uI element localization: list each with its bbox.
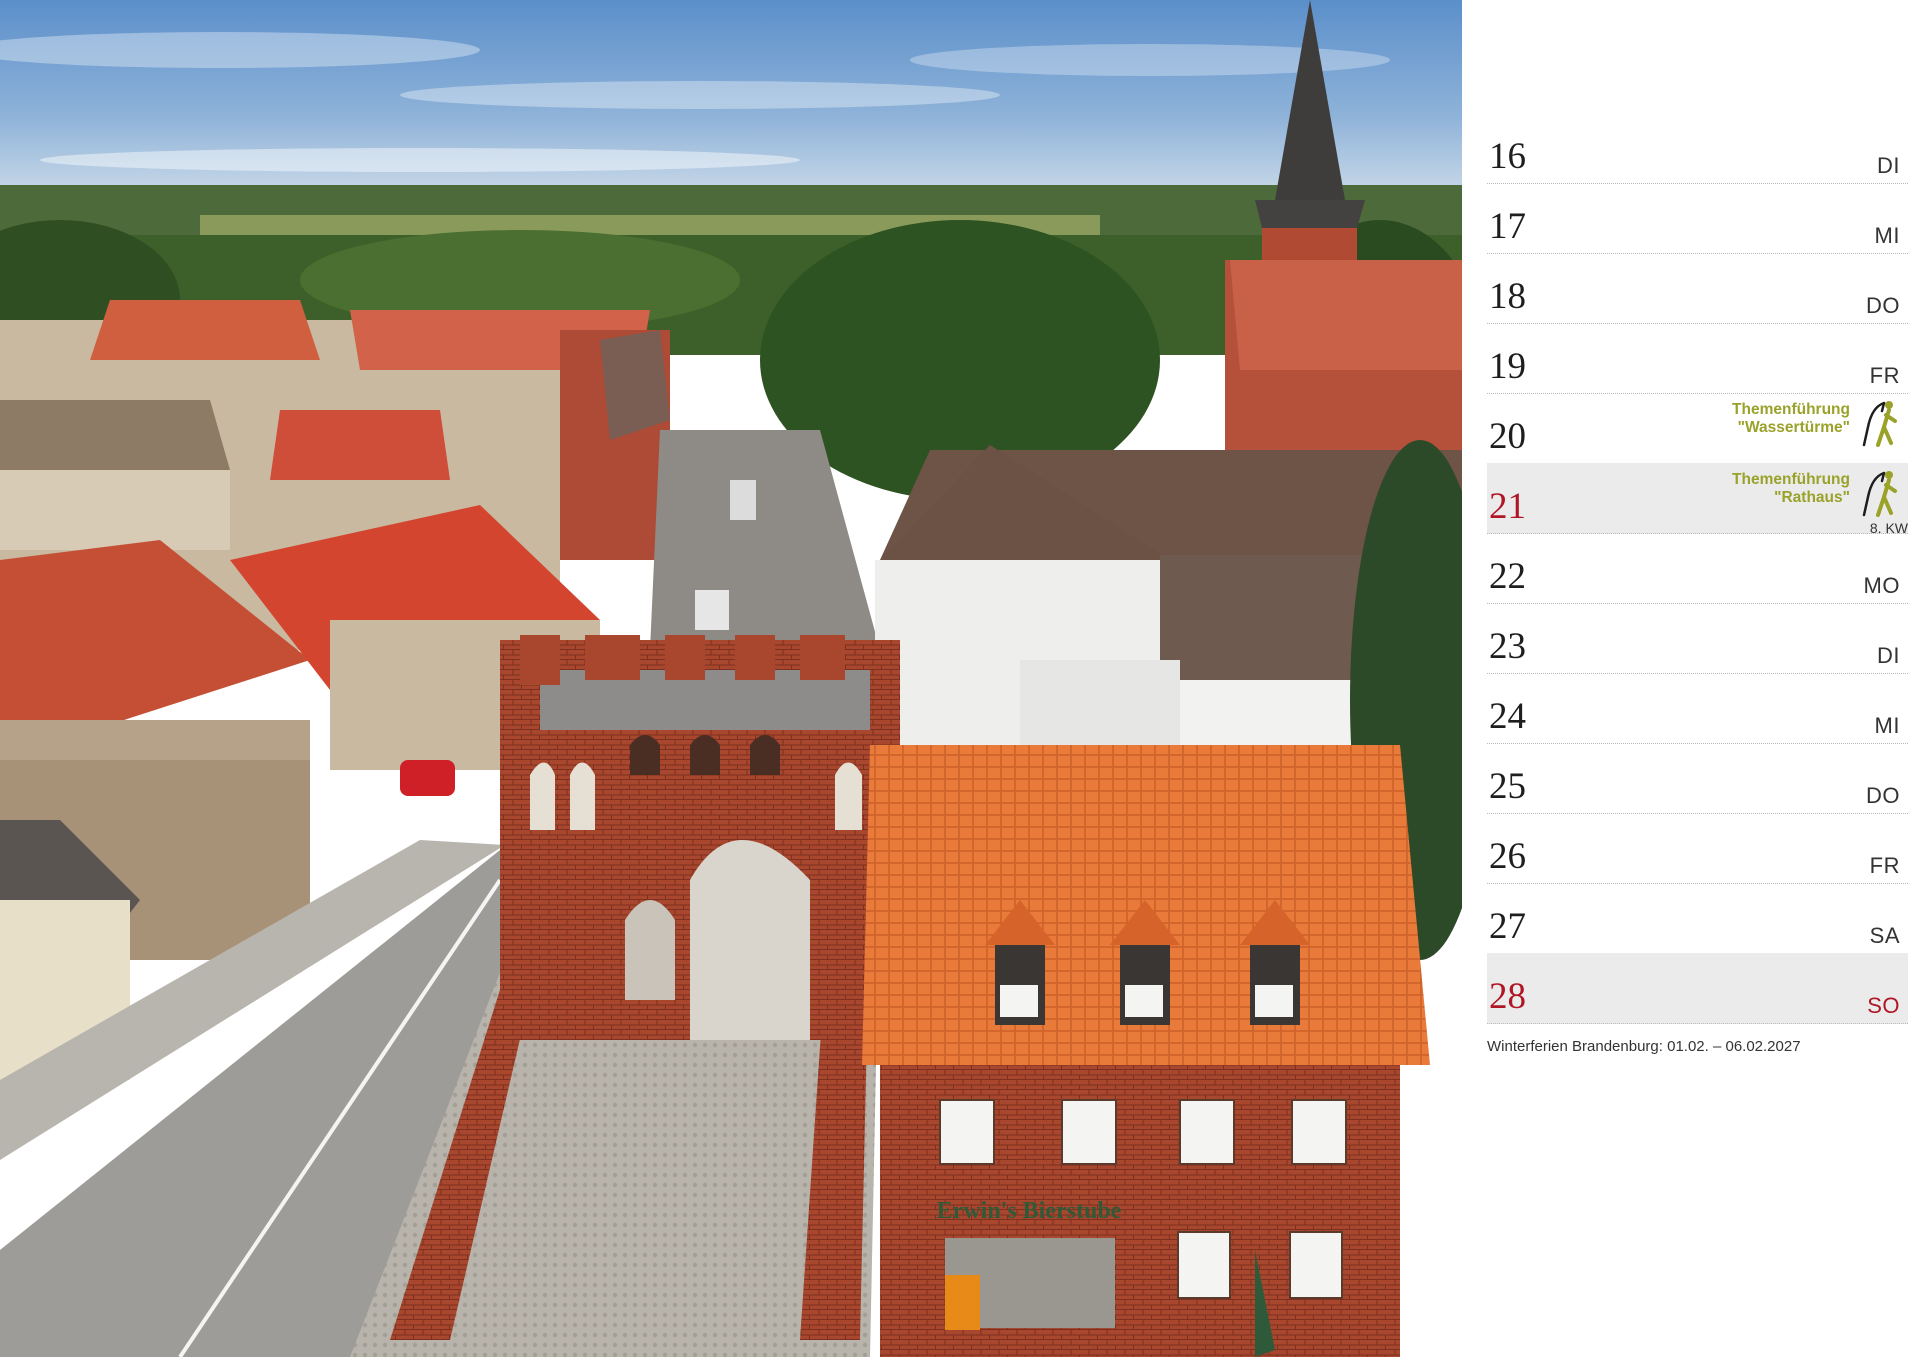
- day-row-28: 28 SO: [1487, 953, 1908, 1024]
- day-number: 18: [1489, 276, 1526, 317]
- day-row-27: 27 SA: [1487, 883, 1908, 954]
- day-row-18: 18 DO: [1487, 253, 1908, 324]
- weekday-label: DO: [1866, 783, 1900, 808]
- day-row-16: 16 DI: [1487, 113, 1908, 184]
- day-number: 23: [1489, 626, 1526, 667]
- weekday-label: FR: [1869, 363, 1900, 388]
- day-number: 25: [1489, 766, 1526, 807]
- weekday-label: MI: [1874, 713, 1900, 738]
- day-row-20: 20 Themenführung "Wassertürme": [1487, 393, 1908, 464]
- hiker-icon: [1862, 401, 1897, 447]
- town-gate-photo: Erwin's Bierstube: [0, 0, 1462, 1357]
- signage-text: Erwin's Bierstube: [937, 1198, 1122, 1224]
- day-number: 16: [1489, 136, 1526, 177]
- weekday-label: DI: [1877, 153, 1900, 178]
- day-row-25: 25 DO: [1487, 743, 1908, 814]
- day-number: 28: [1489, 976, 1526, 1017]
- event-subtitle: "Rathaus": [1774, 489, 1850, 506]
- weekday-label: MO: [1863, 573, 1900, 598]
- calendar-panel: 16 DI 17 MI 18 DO 19 FR 20 Themenführung…: [1462, 0, 1920, 1357]
- weekday-label: MI: [1874, 223, 1900, 248]
- weekday-label: DO: [1866, 293, 1900, 318]
- event-subtitle: "Wassertürme": [1737, 419, 1850, 436]
- event-title: Themenführung: [1732, 471, 1850, 488]
- day-number: 26: [1489, 836, 1526, 877]
- holiday-footnote: Winterferien Brandenburg: 01.02. – 06.02…: [1487, 1038, 1801, 1055]
- day-row-22: 8. KW 22 MO: [1487, 520, 1908, 604]
- event-title: Themenführung: [1732, 401, 1850, 418]
- day-row-26: 26 FR: [1487, 813, 1908, 884]
- weekday-label: SA: [1869, 923, 1900, 948]
- day-number: 20: [1489, 416, 1526, 457]
- day-number: 17: [1489, 206, 1526, 247]
- day-number: 21: [1489, 486, 1526, 527]
- weekday-label: FR: [1869, 853, 1900, 878]
- event-label: Themenführung "Rathaus": [1732, 471, 1850, 507]
- day-number: 24: [1489, 696, 1526, 737]
- weekday-label: SO: [1867, 993, 1900, 1018]
- weekday-label: DI: [1877, 643, 1900, 668]
- day-row-21: 21 Themenführung "Rathaus": [1487, 463, 1908, 534]
- day-row-24: 24 MI: [1487, 673, 1908, 744]
- day-row-23: 23 DI: [1487, 603, 1908, 674]
- day-row-17: 17 MI: [1487, 183, 1908, 254]
- day-row-19: 19 FR: [1487, 323, 1908, 394]
- day-number: 22: [1489, 556, 1526, 597]
- day-number: 19: [1489, 346, 1526, 387]
- hiker-icon: [1862, 471, 1897, 517]
- day-number: 27: [1489, 906, 1526, 947]
- week-number: 8. KW: [1869, 520, 1908, 536]
- event-label: Themenführung "Wassertürme": [1732, 401, 1850, 437]
